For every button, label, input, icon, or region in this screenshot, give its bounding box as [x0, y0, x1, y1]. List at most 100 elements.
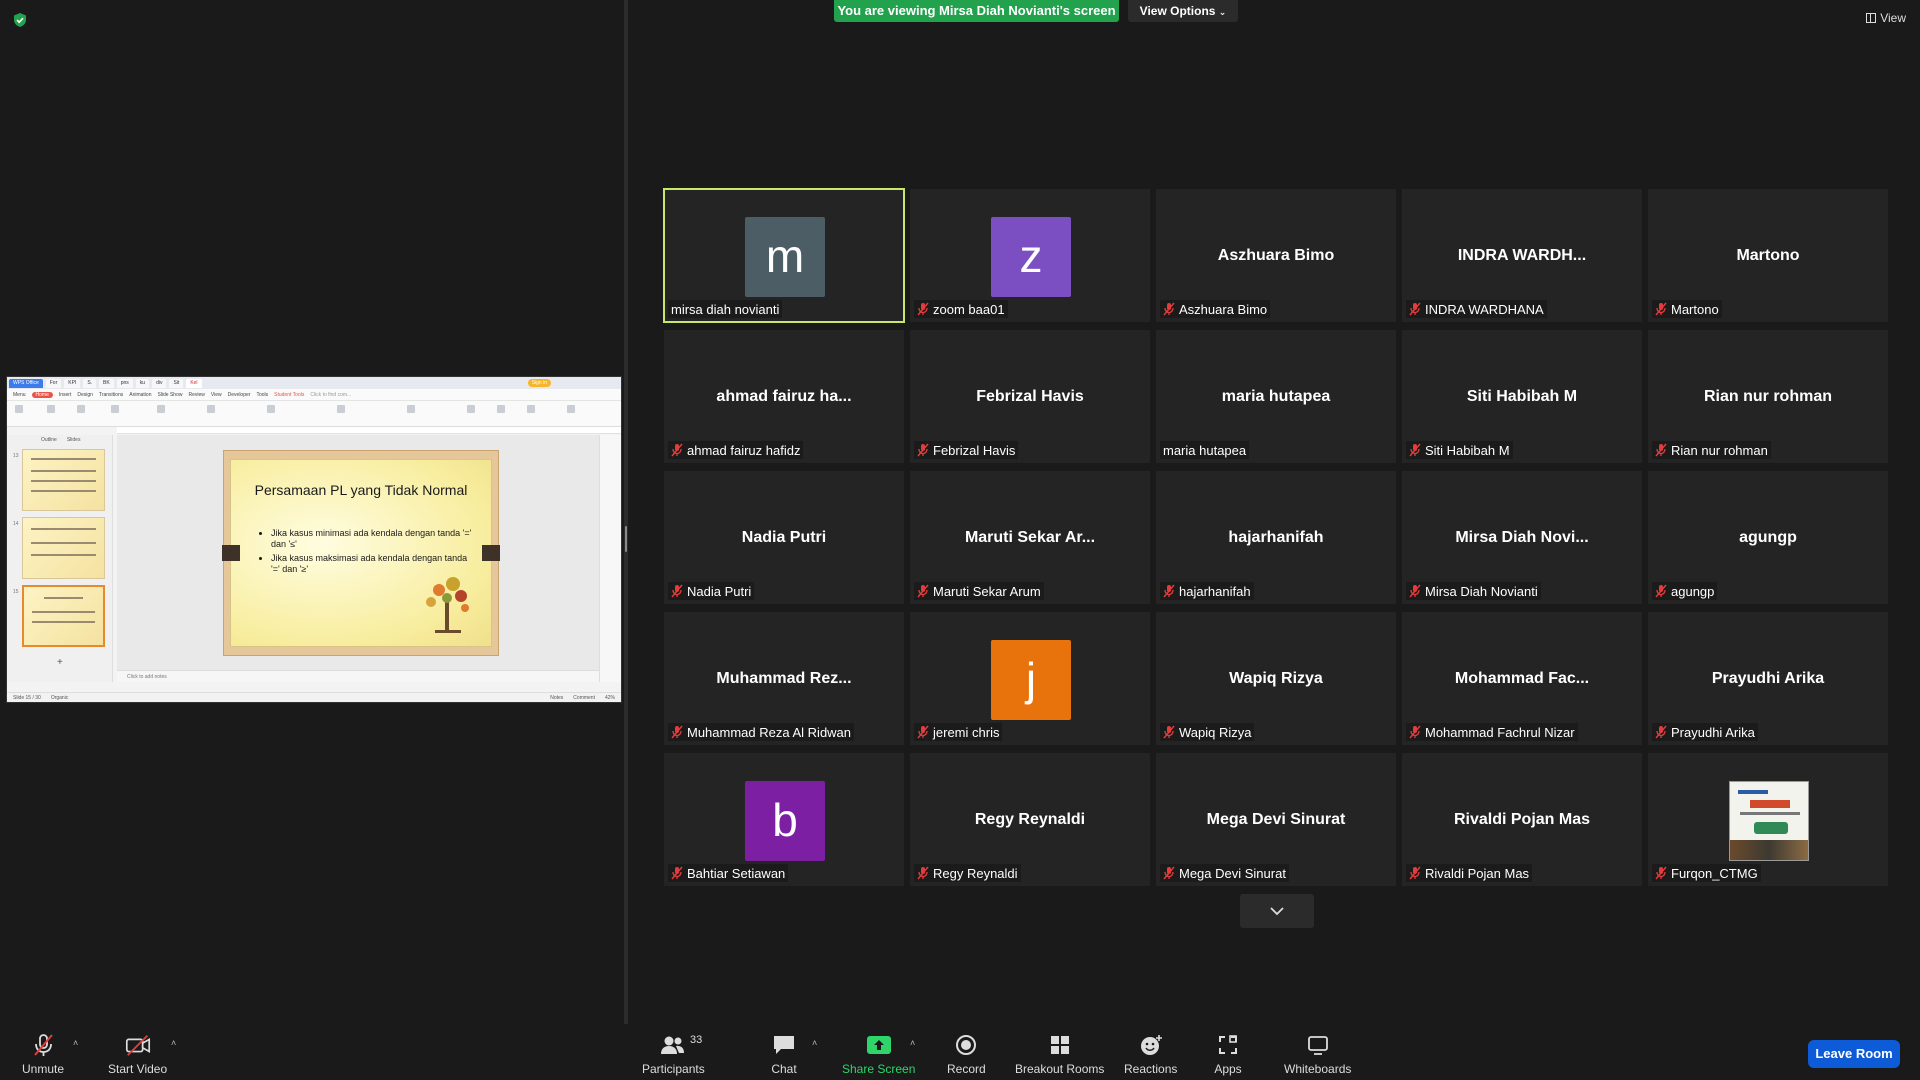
participant-tile[interactable]: z zoom baa01 — [910, 189, 1150, 322]
participant-tile[interactable]: Prayudhi Arika Prayudhi Arika — [1648, 612, 1888, 745]
slide-canvas[interactable]: Persamaan PL yang Tidak Normal Jika kasu… — [117, 435, 599, 682]
whiteboards-button[interactable]: Whiteboards — [1284, 1032, 1351, 1076]
participant-tile[interactable]: Martono Martono — [1648, 189, 1888, 322]
wps-menu-item[interactable]: Transitions — [99, 392, 123, 398]
wps-menu-item[interactable]: Student Tools — [274, 392, 304, 398]
convert-icon[interactable] — [407, 405, 415, 413]
wps-menu-item[interactable]: Slide Show — [157, 392, 182, 398]
wps-tab[interactable]: For — [45, 378, 62, 388]
font-icon[interactable] — [267, 405, 275, 413]
participant-tile[interactable]: Mohammad Fac... Mohammad Fachrul Nizar — [1402, 612, 1642, 745]
wps-tab[interactable]: pns — [116, 378, 133, 388]
reset-icon[interactable] — [207, 405, 215, 413]
participant-tile[interactable]: Rivaldi Pojan Mas Rivaldi Pojan Mas — [1402, 753, 1642, 886]
divider-drag-handle[interactable] — [625, 526, 627, 552]
record-button[interactable]: Record — [947, 1032, 986, 1076]
wps-tab[interactable]: S. — [83, 378, 97, 388]
slide-title[interactable]: Persamaan PL yang Tidak Normal — [231, 482, 491, 498]
wps-menu-item[interactable]: Design — [77, 392, 93, 398]
wps-tab[interactable]: Sit — [169, 378, 184, 388]
start-video-button[interactable]: Start Video — [108, 1032, 167, 1076]
notes-toggle[interactable]: Notes — [550, 695, 563, 701]
shared-wps-presentation[interactable]: WPS Office For KPI S. BK pns ku div Sit … — [6, 376, 622, 703]
participant-tile[interactable]: b Bahtiar Setiawan — [664, 753, 904, 886]
wps-menu-item[interactable]: Menu — [13, 392, 26, 398]
view-button[interactable]: View — [1866, 11, 1906, 25]
participant-tile[interactable]: maria hutapea maria hutapea — [1156, 330, 1396, 463]
next-page-button[interactable] — [1240, 894, 1314, 928]
participant-tile[interactable]: Siti Habibah M Siti Habibah M — [1402, 330, 1642, 463]
new-slide-icon[interactable] — [157, 405, 165, 413]
textbox-icon[interactable] — [467, 405, 475, 413]
participant-tile[interactable]: m mirsa diah novianti — [663, 188, 905, 323]
participant-display-name: Regy Reynaldi — [974, 811, 1086, 828]
apps-button[interactable]: Apps — [1214, 1032, 1242, 1076]
notes-area[interactable]: Click to add notes — [117, 670, 599, 682]
chat-button[interactable]: Chat — [770, 1032, 798, 1076]
participant-tile[interactable]: Febrizal Havis Febrizal Havis — [910, 330, 1150, 463]
slides-tab[interactable]: Slides — [67, 437, 81, 443]
leave-room-button[interactable]: Leave Room — [1808, 1040, 1900, 1068]
participant-tile[interactable]: Aszhuara Bimo Aszhuara Bimo — [1156, 189, 1396, 322]
chevron-up-icon[interactable]: ˄ — [171, 1038, 181, 1048]
view-options-button[interactable]: View Options ⌄ — [1128, 0, 1238, 22]
participant-tile[interactable]: hajarhanifah hajarhanifah — [1156, 471, 1396, 604]
wps-tab[interactable]: KPI — [64, 378, 81, 388]
current-slide[interactable]: Persamaan PL yang Tidak Normal Jika kasu… — [222, 450, 500, 656]
slide-thumbnail[interactable] — [22, 517, 105, 579]
participant-tile[interactable]: Regy Reynaldi Regy Reynaldi — [910, 753, 1150, 886]
wps-command-search[interactable]: Click to find com... — [310, 392, 351, 398]
wps-tab[interactable]: WPS Office — [9, 378, 43, 388]
paste-icon[interactable] — [15, 405, 23, 413]
arrange-icon[interactable] — [567, 405, 575, 413]
wps-sign-in-button[interactable]: Sign in — [527, 379, 551, 387]
chevron-up-icon[interactable]: ˄ — [910, 1038, 920, 1048]
emoji-plus-icon — [1137, 1032, 1165, 1058]
breakout-rooms-button[interactable]: Breakout Rooms — [1015, 1032, 1104, 1076]
slide-thumbnail[interactable] — [22, 449, 105, 511]
wps-menu-item[interactable]: Review — [188, 392, 204, 398]
participant-tile[interactable]: agungp agungp — [1648, 471, 1888, 604]
wps-tab-active[interactable]: Kel — [186, 378, 202, 388]
microphone-muted-icon — [1655, 584, 1667, 598]
add-slide-icon[interactable]: + — [57, 657, 63, 668]
wps-menu-item[interactable]: Animation — [129, 392, 151, 398]
participant-tile[interactable]: Muhammad Rez... Muhammad Reza Al Ridwan — [664, 612, 904, 745]
participant-tile[interactable]: Rian nur rohman Rian nur rohman — [1648, 330, 1888, 463]
chevron-up-icon[interactable]: ˄ — [812, 1038, 822, 1048]
unmute-button[interactable]: Unmute — [22, 1032, 64, 1076]
security-shield-icon[interactable] — [12, 12, 28, 28]
zoom-level[interactable]: 42% — [605, 695, 615, 701]
participant-tile[interactable]: INDRA WARDH... INDRA WARDHANA — [1402, 189, 1642, 322]
slide-thumbnail-selected[interactable] — [22, 585, 105, 647]
wps-menu-item[interactable]: Developer — [228, 392, 251, 398]
copy-icon[interactable] — [47, 405, 55, 413]
participant-tile[interactable]: Mirsa Diah Novi... Mirsa Diah Novianti — [1402, 471, 1642, 604]
participant-tile[interactable]: Maruti Sekar Ar... Maruti Sekar Arum — [910, 471, 1150, 604]
shapes-icon[interactable] — [497, 405, 505, 413]
outline-tab[interactable]: Outline — [41, 437, 57, 443]
participant-tile[interactable]: ahmad fairuz ha... ahmad fairuz hafidz — [664, 330, 904, 463]
wps-menu-item[interactable]: Insert — [59, 392, 72, 398]
format-painter-icon[interactable] — [77, 405, 85, 413]
wps-tab[interactable]: div — [152, 378, 167, 388]
participant-tile[interactable]: Nadia Putri Nadia Putri — [664, 471, 904, 604]
participant-tile[interactable]: Furqon_CTMG — [1648, 753, 1888, 886]
picture-icon[interactable] — [527, 405, 535, 413]
align-icon[interactable] — [337, 405, 345, 413]
wps-menu-item-home[interactable]: Home — [31, 391, 53, 398]
wps-menu-item[interactable]: View — [211, 392, 222, 398]
participant-name: Wapiq Rizya — [1179, 724, 1252, 740]
wps-tab[interactable]: BK — [99, 378, 114, 388]
wps-menu-item[interactable]: Tools — [256, 392, 268, 398]
panel-divider[interactable] — [624, 0, 628, 1024]
play-icon[interactable] — [111, 405, 119, 413]
comment-toggle[interactable]: Comment — [573, 695, 595, 701]
participant-tile[interactable]: Wapiq Rizya Wapiq Rizya — [1156, 612, 1396, 745]
chevron-up-icon[interactable]: ˄ — [73, 1038, 83, 1048]
participant-tile[interactable]: Mega Devi Sinurat Mega Devi Sinurat — [1156, 753, 1396, 886]
participant-tile[interactable]: j jeremi chris — [910, 612, 1150, 745]
reactions-button[interactable]: Reactions — [1124, 1032, 1177, 1076]
share-screen-button[interactable]: Share Screen — [842, 1032, 915, 1076]
wps-tab[interactable]: ku — [135, 378, 150, 388]
